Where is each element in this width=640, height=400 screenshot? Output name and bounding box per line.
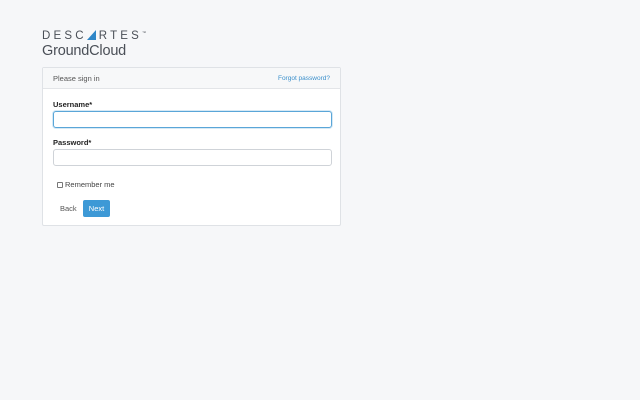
logo-triangle-icon <box>86 30 96 40</box>
forgot-password-link[interactable]: Forgot password? <box>278 75 330 82</box>
logo-trademark: ™ <box>142 30 147 35</box>
signin-title: Please sign in <box>53 73 100 83</box>
username-label: Username* <box>53 100 93 109</box>
logo-product-name: GroundCloud <box>42 43 127 59</box>
logo-text-left: DESC <box>42 30 87 42</box>
remember-me[interactable]: Remember me <box>57 180 115 189</box>
descartes-groundcloud-logo: DESC RTES ™ GroundCloud <box>42 30 152 59</box>
back-button[interactable]: Back <box>53 200 84 217</box>
password-input[interactable] <box>53 149 332 166</box>
logo-wordmark: DESC RTES ™ <box>42 30 152 42</box>
signin-card-header: Please sign in Forgot password? <box>43 68 340 89</box>
signin-card: Please sign in Forgot password? Username… <box>42 67 341 226</box>
username-input[interactable] <box>53 111 332 128</box>
logo-text-right: RTES <box>98 30 143 42</box>
password-label: Password* <box>53 138 92 147</box>
remember-me-label: Remember me <box>65 180 115 189</box>
next-button[interactable]: Next <box>83 200 110 217</box>
remember-me-checkbox[interactable] <box>57 181 63 188</box>
